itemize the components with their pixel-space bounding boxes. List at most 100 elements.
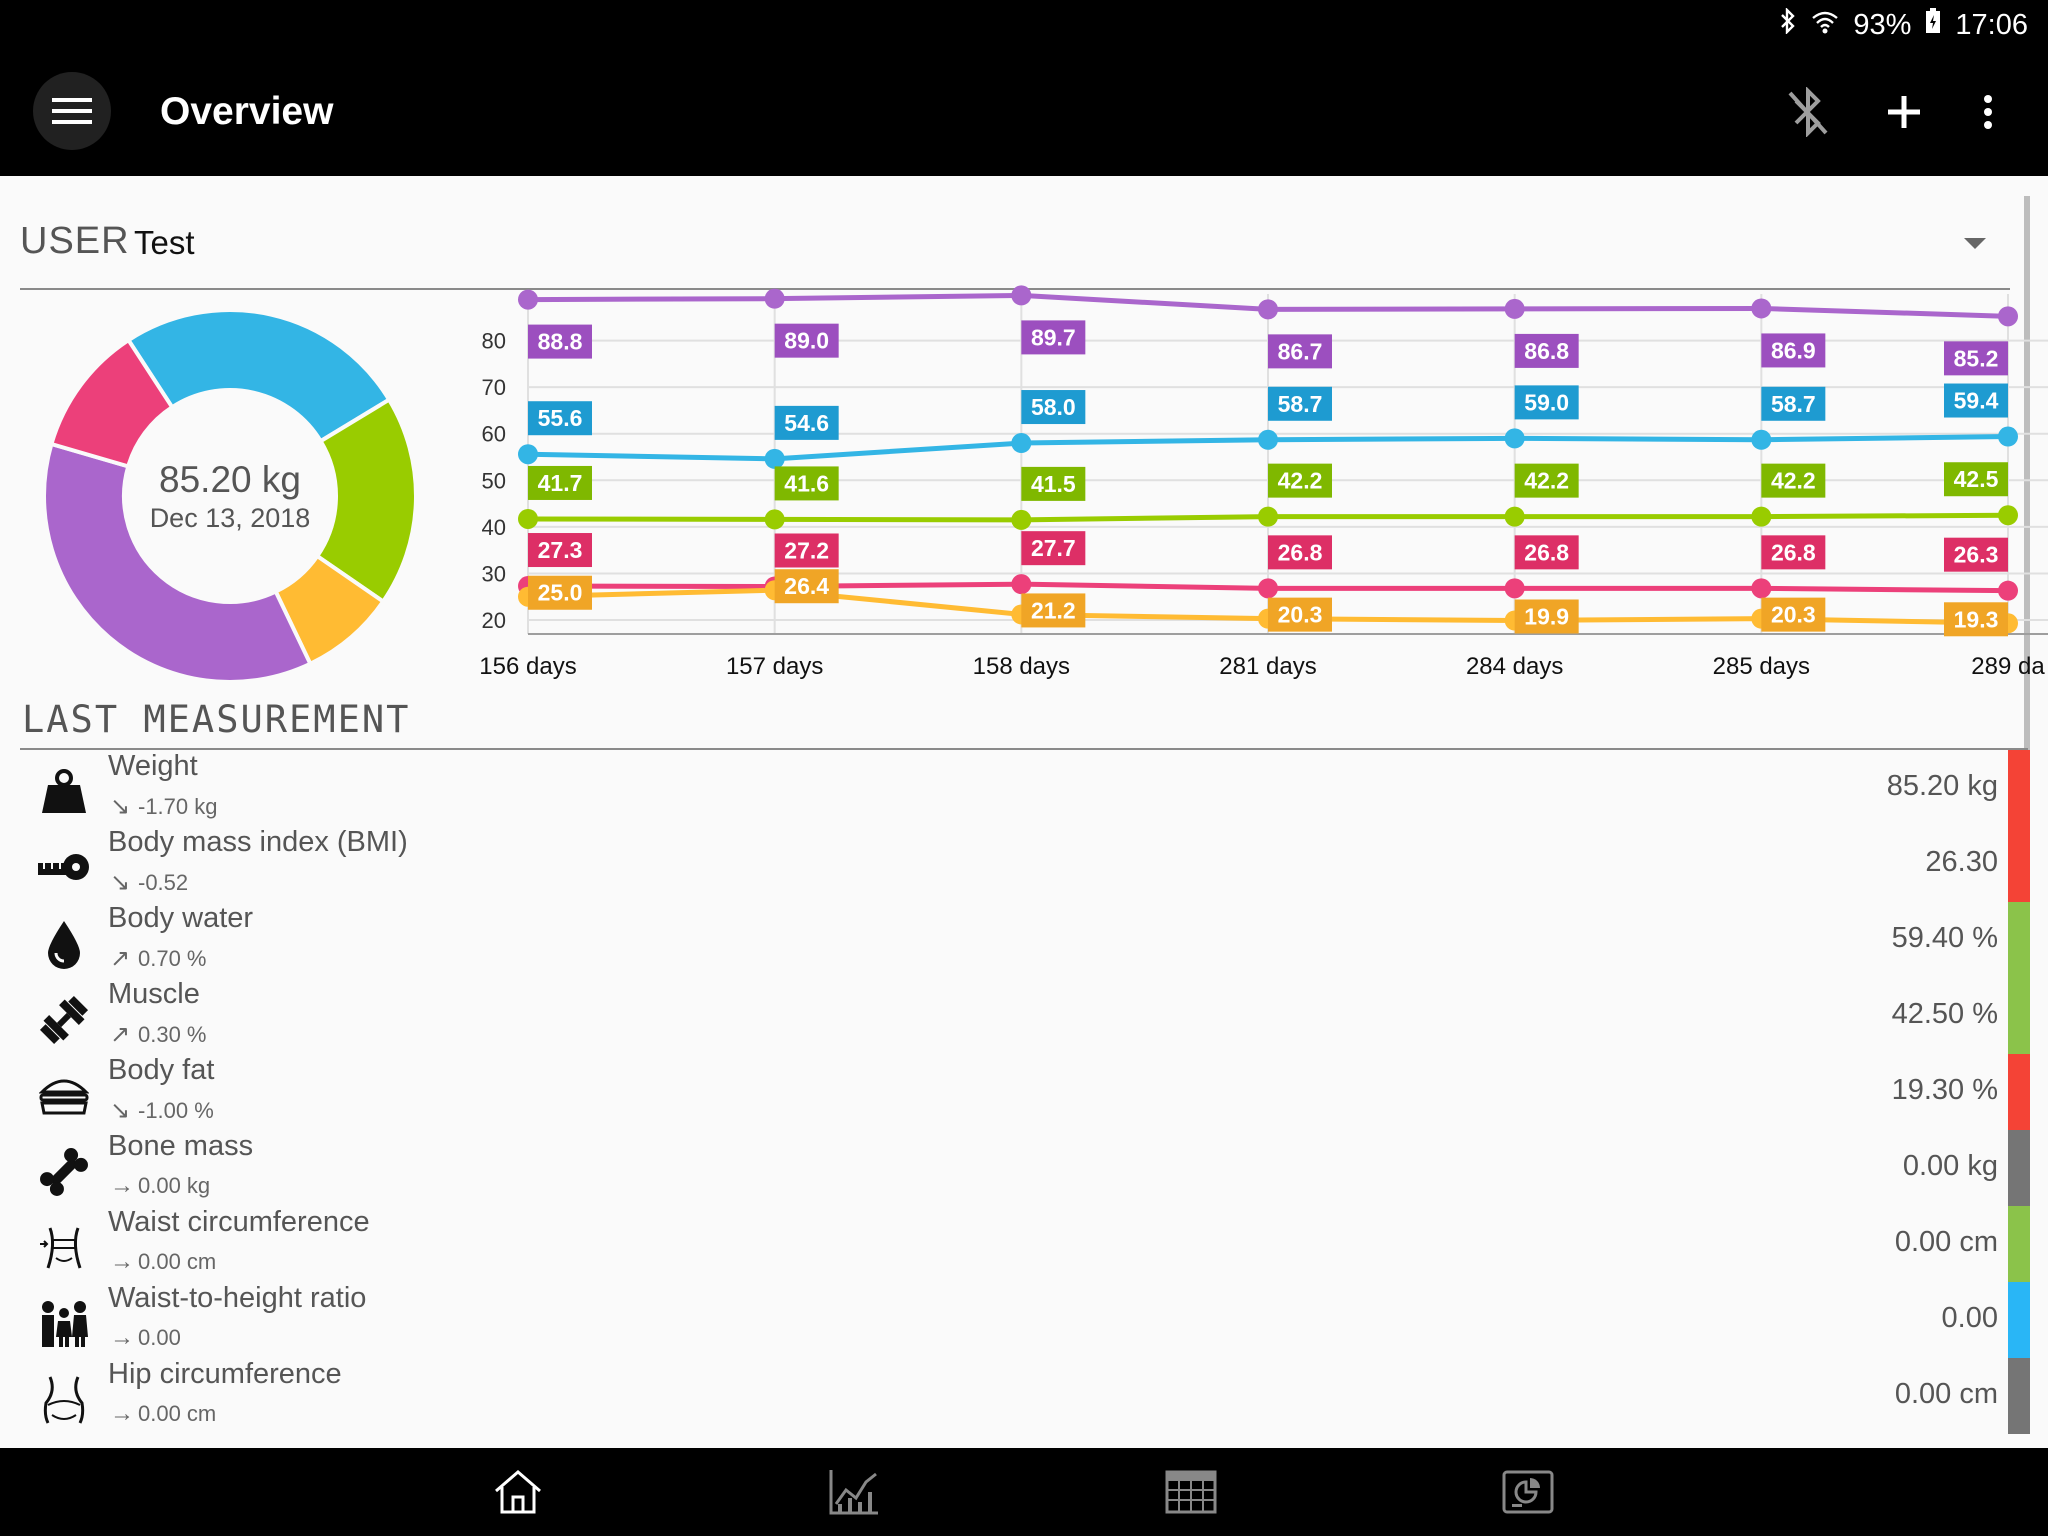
hamburger-icon	[52, 98, 92, 124]
nav-statistics[interactable]	[1500, 1466, 1556, 1518]
user-name: Test	[134, 224, 195, 261]
measurement-name: Waist-to-height ratio	[108, 1282, 367, 1314]
bottom-navigation	[0, 1448, 2048, 1536]
data-point[interactable]	[1504, 428, 1525, 449]
donut-weight-value: 85.20 kg	[159, 458, 301, 500]
data-point[interactable]	[1751, 298, 1772, 319]
data-point[interactable]	[1751, 429, 1772, 450]
data-point[interactable]	[1258, 578, 1278, 599]
status-bar-indicator	[2008, 750, 2030, 826]
data-label: 26.8	[1278, 539, 1323, 565]
measurement-name: Body water	[108, 902, 254, 934]
data-label: 19.3	[1954, 606, 1999, 632]
data-point[interactable]	[1998, 505, 2018, 526]
data-point[interactable]	[518, 289, 538, 310]
trend-flat-icon: →	[110, 1248, 134, 1275]
data-label: 86.7	[1278, 338, 1323, 364]
measurement-name: Weight	[108, 750, 198, 782]
weight-icon	[36, 764, 92, 820]
trend-up-icon: ↗	[110, 945, 131, 972]
data-label: 26.8	[1524, 539, 1569, 565]
x-tick-label: 281 days	[1219, 653, 1316, 680]
data-point[interactable]	[1504, 578, 1525, 599]
data-label: 26.3	[1954, 542, 1999, 568]
menu-button[interactable]	[33, 72, 111, 150]
list-item-bone-mass[interactable]: Bone mass → 0.00 kg 0.00 kg	[20, 1130, 2030, 1206]
data-point[interactable]	[764, 448, 785, 469]
bluetooth-disabled-button[interactable]	[1780, 84, 1836, 140]
measurement-line-chart[interactable]: 80 70 60 50 40 30 20 156 days 157 days 158 days 28…	[460, 284, 2048, 724]
data-point[interactable]	[1751, 506, 1772, 527]
tape-measure-icon	[36, 840, 92, 896]
measurement-value: 0.00 kg	[1902, 1150, 1998, 1182]
data-point[interactable]	[1998, 306, 2018, 327]
x-tick-label: 284 days	[1466, 653, 1563, 680]
list-item-waist[interactable]: Waist circumference → 0.00 cm 0.00 cm	[20, 1206, 2030, 1282]
data-point[interactable]	[1504, 298, 1525, 319]
nav-overview[interactable]	[490, 1466, 546, 1518]
data-point[interactable]	[1011, 285, 1032, 306]
nav-graph[interactable]	[826, 1466, 882, 1518]
data-label: 86.8	[1524, 338, 1569, 364]
data-point[interactable]	[518, 444, 538, 465]
data-label: 59.0	[1524, 389, 1569, 415]
delta-value: 0.70 %	[138, 946, 207, 971]
measurement-name: Body mass index (BMI)	[108, 826, 408, 858]
data-point[interactable]	[1258, 429, 1278, 450]
nav-table[interactable]	[1163, 1466, 1219, 1518]
data-point[interactable]	[1011, 574, 1032, 595]
data-label: 42.2	[1771, 468, 1816, 494]
status-bar-indicator	[2008, 978, 2030, 1054]
measurement-delta: ↗ 0.70 %	[110, 944, 207, 973]
delta-value: 0.00	[138, 1325, 181, 1350]
measurement-delta: ↘ -1.70 kg	[110, 792, 218, 821]
x-tick-label: 289 da	[1971, 653, 2045, 680]
measurement-name: Waist circumference	[108, 1206, 370, 1238]
list-item-hip[interactable]: Hip circumference → 0.00 cm 0.00 cm	[20, 1358, 2030, 1434]
y-tick-label: 60	[482, 422, 506, 447]
data-point[interactable]	[1998, 426, 2018, 447]
status-bar-indicator	[2008, 1054, 2030, 1130]
data-label: 41.7	[538, 470, 583, 496]
status-bar-indicator	[2008, 1206, 2030, 1282]
data-label: 41.5	[1031, 471, 1076, 497]
data-label: 42.5	[1954, 466, 1999, 492]
data-label: 27.7	[1031, 535, 1076, 561]
data-label: 85.2	[1954, 345, 1999, 371]
data-label: 26.8	[1771, 539, 1816, 565]
user-selector[interactable]: USER Test	[20, 220, 2010, 290]
waist-icon	[36, 1220, 92, 1276]
measurement-delta: ↗ 0.30 %	[110, 1020, 207, 1049]
list-item-body-water[interactable]: Body water ↗ 0.70 % 59.40 %	[20, 902, 2030, 978]
table-icon	[1165, 1470, 1217, 1514]
home-icon	[495, 1470, 541, 1514]
data-point[interactable]	[1998, 580, 2018, 601]
list-item-weight[interactable]: Weight ↘ -1.70 kg 85.20 kg	[20, 750, 2030, 826]
overflow-menu-button[interactable]	[1960, 84, 2016, 140]
measurement-value: 0.00	[1941, 1302, 1998, 1334]
status-bar-indicator	[2008, 1358, 2030, 1434]
app-bar: Overview	[0, 48, 2048, 176]
status-bar-indicator	[2008, 902, 2030, 978]
y-tick-label: 50	[482, 468, 506, 493]
list-item-bmi[interactable]: Body mass index (BMI) ↘ -0.52 26.30	[20, 826, 2030, 902]
data-point[interactable]	[1751, 578, 1772, 599]
burger-icon	[36, 1068, 92, 1124]
list-item-muscle[interactable]: Muscle ↗ 0.30 % 42.50 %	[20, 978, 2030, 1054]
measurement-value: 19.30 %	[1891, 1074, 1998, 1106]
data-point[interactable]	[1011, 509, 1032, 530]
data-point[interactable]	[1011, 433, 1032, 454]
data-point[interactable]	[1258, 506, 1278, 527]
data-point[interactable]	[764, 509, 785, 530]
list-item-waist-to-height[interactable]: Waist-to-height ratio → 0.00 0.00	[20, 1282, 2030, 1358]
overview-content: USER Test 85.20 kg Dec 13, 2018 80 70 60 50…	[0, 176, 2048, 1448]
list-item-body-fat[interactable]: Body fat ↘ -1.00 % 19.30 %	[20, 1054, 2030, 1130]
trend-flat-icon: →	[110, 1172, 134, 1199]
add-measurement-button[interactable]	[1876, 84, 1932, 140]
data-point[interactable]	[1504, 506, 1525, 527]
data-label: 54.6	[784, 410, 829, 436]
data-point[interactable]	[764, 288, 785, 309]
data-point[interactable]	[1258, 299, 1278, 320]
data-point[interactable]	[518, 508, 538, 529]
measurement-delta: ↘ -0.52	[110, 868, 188, 897]
